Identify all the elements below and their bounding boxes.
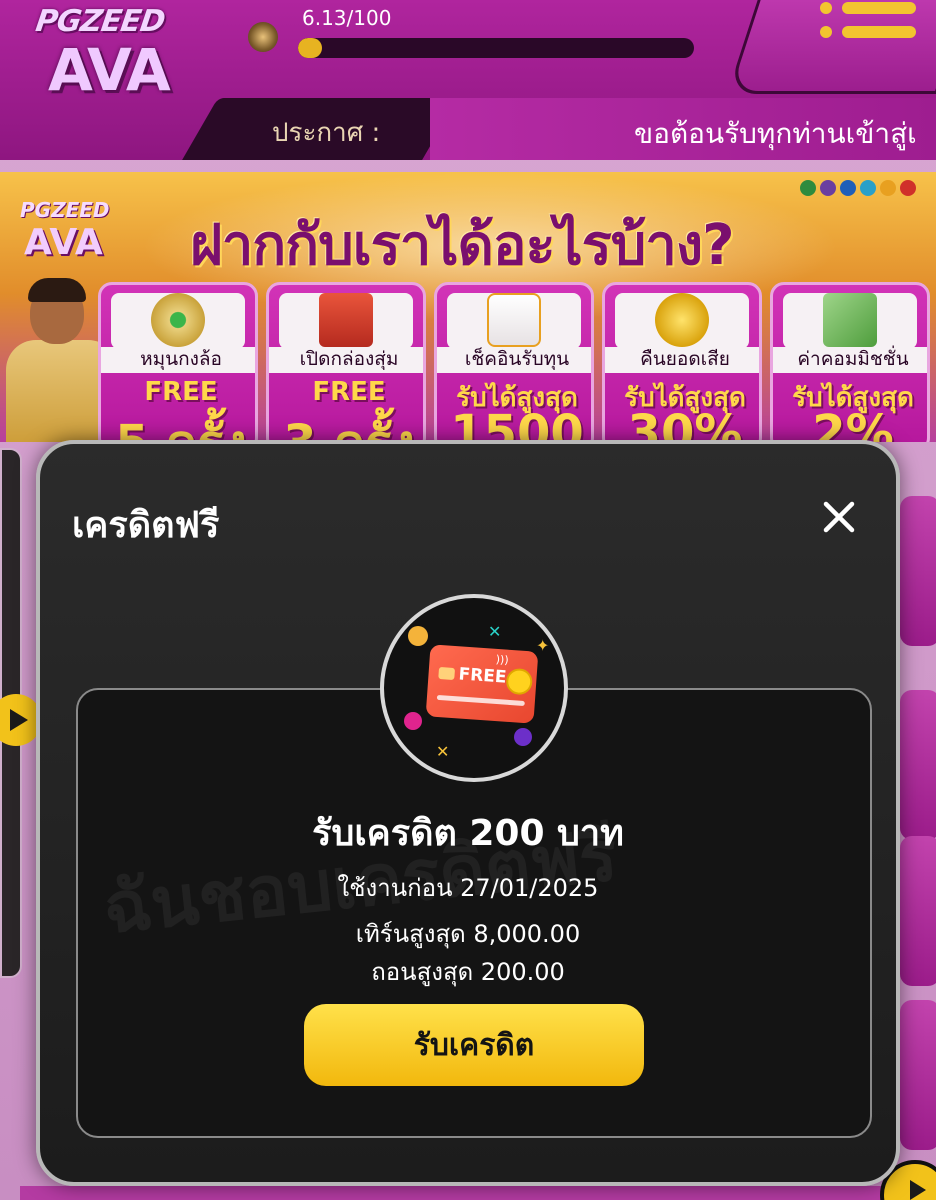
cash-icon: [823, 293, 877, 347]
credit-card-icon: ))) FREE: [425, 644, 539, 724]
emoji-ball-icon: [408, 626, 428, 646]
free-card-illustration: ))) FREE ✕ ✦ ✕: [380, 594, 568, 782]
top-header: PGZEED AVA 6.13/100 ประกาศ : ขอต้อนรับทุ…: [0, 0, 936, 160]
announcement-marquee-text: ขอต้อนรับทุกท่านเข้าสู่เ: [634, 117, 917, 150]
game-tile[interactable]: [900, 496, 936, 646]
coin-icon: [655, 293, 709, 347]
max-withdraw-text: ถอนสูงสุด 200.00: [371, 958, 565, 986]
promotion-strip: [20, 1186, 900, 1200]
star-icon: ✦: [536, 636, 550, 655]
banner-logo: PGZEED AVA: [20, 198, 110, 263]
promo-card-commission[interactable]: ค่าคอมมิชชั่น รับได้สูงสุด 2%: [770, 282, 930, 442]
logo-text-bottom: AVA: [48, 36, 171, 104]
promo-card-wheel[interactable]: หมุนกงล้อ FREE 5 ครั้ง: [98, 282, 258, 442]
brand-logo[interactable]: PGZEED AVA: [14, 0, 204, 112]
close-icon[interactable]: [816, 494, 862, 540]
wheel-icon: [151, 293, 205, 347]
game-tile[interactable]: [900, 690, 936, 840]
pink-ball-icon: [404, 712, 422, 730]
hamburger-menu-icon[interactable]: [820, 0, 916, 50]
expiry-text: ใช้งานก่อน 27/01/2025: [337, 874, 599, 902]
game-tile[interactable]: [900, 836, 936, 986]
announcement-label: ประกาศ :: [272, 118, 381, 148]
claim-credit-button[interactable]: รับเครดิต: [304, 1004, 644, 1086]
sparkle-icon: ✕: [436, 742, 450, 761]
sparkle-icon: ✕: [488, 622, 502, 641]
xp-progress-bar: [298, 38, 694, 58]
logo-text-top: PGZEED: [33, 4, 167, 39]
free-credit-modal: เครดิตฟรี ฉันชอบเครดิตฟรี ))) FREE ✕ ✦ ✕…: [36, 440, 900, 1186]
coin-icon: [505, 667, 534, 696]
bank-logos: [800, 180, 930, 198]
game-tile[interactable]: [900, 1000, 936, 1150]
promo-banner[interactable]: PGZEED AVA ฝากกับเราได้อะไรบ้าง? หมุนกงล…: [0, 172, 936, 442]
gift-box-icon: [319, 293, 373, 347]
level-badge-icon: [248, 22, 278, 52]
xp-progress-text: 6.13/100: [302, 6, 392, 30]
purple-ball-icon: [514, 728, 532, 746]
max-turnover-text: เทิร์นสูงสุด 8,000.00: [355, 920, 581, 948]
modal-title: เครดิตฟรี: [72, 505, 220, 546]
promo-cards: หมุนกงล้อ FREE 5 ครั้ง เปิดกล่องสุ่ม FRE…: [98, 282, 936, 442]
banner-title: ฝากกับเราได้อะไรบ้าง?: [190, 213, 735, 278]
calendar-icon: [487, 293, 541, 347]
app-page: PGZEED AVA 6.13/100 ประกาศ : ขอต้อนรับทุ…: [0, 0, 936, 1200]
credit-amount-title: รับเครดิต 200 บาท: [312, 813, 624, 854]
promo-card-checkin[interactable]: เช็คอินรับทุน รับได้สูงสุด 1500: [434, 282, 594, 442]
promo-card-cashback[interactable]: คืนยอดเสีย รับได้สูงสุด 30%: [602, 282, 762, 442]
xp-progress-fill: [298, 38, 323, 58]
promo-card-giftbox[interactable]: เปิดกล่องสุ่ม FREE 3 ครั้ง: [266, 282, 426, 442]
